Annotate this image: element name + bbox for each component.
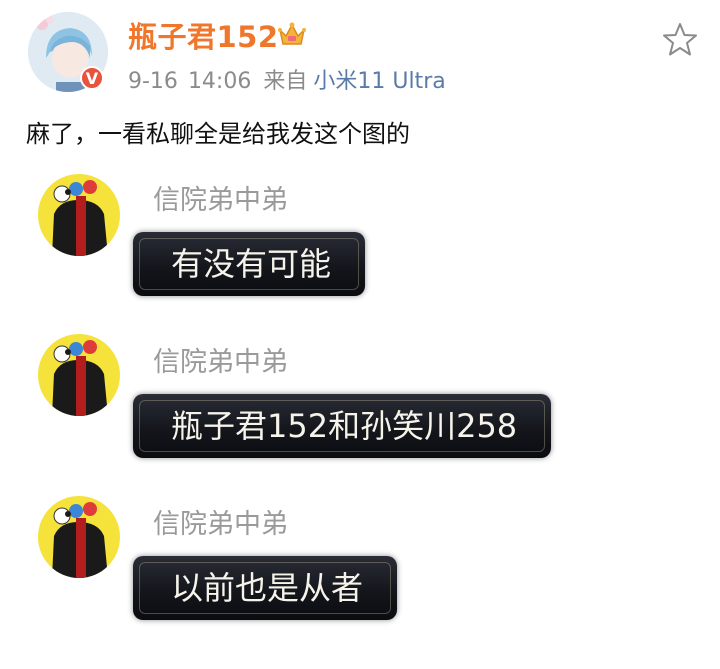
sender-name: 信院弟中弟 [153, 347, 288, 378]
message-avatar [38, 334, 120, 416]
post-text: 麻了，一看私聊全是给我发这个图的 [26, 120, 410, 148]
sender-name: 信院弟中弟 [153, 509, 288, 540]
message-avatar [38, 496, 120, 578]
verified-badge-icon: V [80, 66, 104, 90]
message-avatar [38, 174, 120, 256]
post-date: 9-16 [128, 69, 178, 94]
sender-avatar-image [38, 174, 120, 256]
message-bubble: 有没有可能 [133, 232, 366, 296]
sender-avatar-image [38, 334, 120, 416]
crown-icon [278, 22, 306, 45]
device-link[interactable]: 小米11 Ultra [313, 69, 445, 94]
message-bubble: 瓶子君152和孙笑川258 [133, 394, 552, 458]
favorite-star-icon[interactable] [660, 20, 700, 60]
post-meta: 9-16 14:06 来自 小米11 Ultra [128, 63, 446, 95]
sender-avatar-image [38, 496, 120, 578]
poster-username[interactable]: 瓶子君152 [128, 14, 279, 56]
sender-name: 信院弟中弟 [153, 185, 288, 216]
source-prefix: 来自 [263, 69, 308, 94]
post-time: 14:06 [187, 69, 252, 94]
message-bubble: 以前也是从者 [133, 556, 398, 620]
